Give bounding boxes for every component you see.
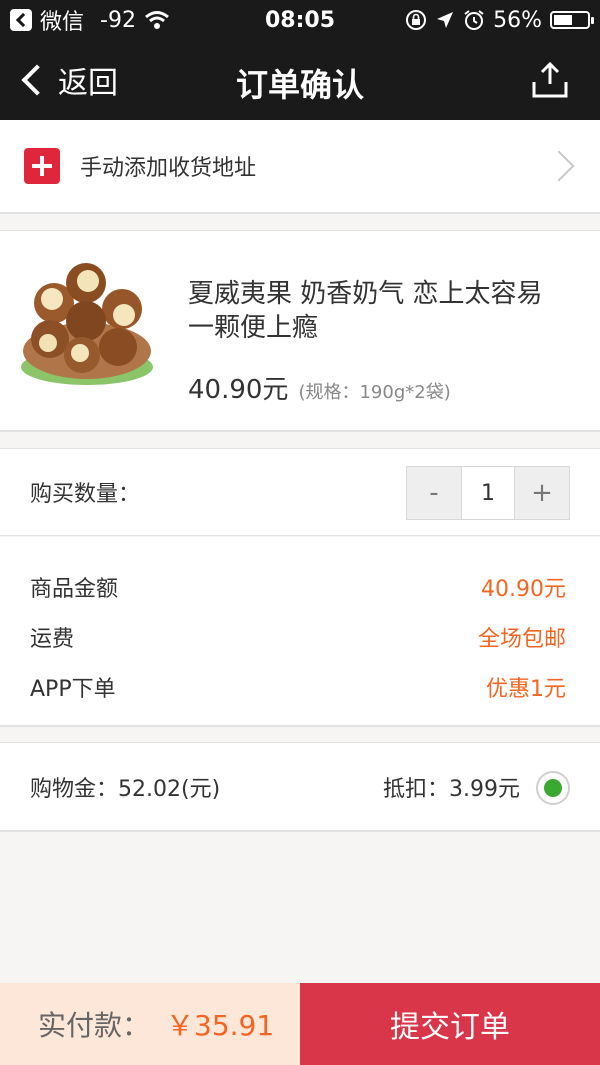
amount-row-shipping: 运费 全场包邮 bbox=[30, 621, 566, 653]
back-button[interactable]: 返回 bbox=[18, 58, 118, 102]
back-to-app-icon[interactable] bbox=[10, 9, 32, 31]
battery-percent: 56% bbox=[493, 7, 542, 33]
submit-order-button[interactable]: 提交订单 bbox=[300, 983, 600, 1065]
total-payment: 实付款： ￥35.91 bbox=[0, 983, 300, 1065]
amount-value: 40.90元 bbox=[481, 577, 566, 602]
share-icon[interactable] bbox=[530, 60, 570, 100]
shopping-credit-balance: 购物金：52.02(元) bbox=[30, 776, 221, 802]
amount-value: 全场包邮 bbox=[477, 627, 566, 652]
battery-level bbox=[554, 15, 572, 25]
pay-amount: ￥35.91 bbox=[166, 1009, 275, 1042]
location-icon bbox=[437, 12, 454, 28]
battery-icon bbox=[550, 11, 594, 29]
quantity-value[interactable]: 1 bbox=[461, 467, 515, 519]
product-title: 夏威夷果 奶香奶气 恋上太容易 一颗便上瘾 bbox=[188, 279, 543, 343]
amount-label: APP下单 bbox=[30, 677, 116, 702]
use-credit-radio[interactable] bbox=[536, 771, 570, 805]
increment-button[interactable]: + bbox=[515, 467, 569, 519]
quantity-stepper: - 1 + bbox=[406, 466, 570, 520]
chevron-left-icon bbox=[21, 64, 53, 96]
radio-selected-dot bbox=[544, 779, 562, 797]
product-card: 夏威夷果 奶香奶气 恋上太容易 一颗便上瘾 40.90元 (规格：190g*2袋… bbox=[0, 230, 600, 432]
quantity-label: 购买数量： bbox=[30, 482, 141, 507]
signal-strength: -92 bbox=[100, 7, 136, 33]
checkout-bar: 实付款： ￥35.91 提交订单 bbox=[0, 983, 600, 1065]
amount-label: 运费 bbox=[30, 627, 75, 652]
back-label: 返回 bbox=[58, 66, 118, 101]
amount-summary: 商品金额 40.90元 运费 全场包邮 APP下单 优惠1元 bbox=[0, 537, 600, 727]
chevron-right-icon bbox=[543, 150, 575, 182]
shopping-credit-deduct: 抵扣：3.99元 bbox=[383, 776, 520, 802]
decrement-button[interactable]: - bbox=[407, 467, 461, 519]
status-left: 微信 -92 bbox=[10, 4, 405, 36]
amount-label: 商品金额 bbox=[30, 577, 119, 602]
amount-row-app-discount: APP下单 优惠1元 bbox=[30, 671, 566, 703]
status-right: 56% bbox=[405, 7, 594, 33]
shopping-credit-row: 购物金：52.02(元) 抵扣：3.99元 bbox=[0, 742, 600, 832]
product-price: 40.90元 bbox=[188, 375, 289, 405]
add-address-row[interactable]: 手动添加收货地址 bbox=[0, 120, 600, 214]
product-image bbox=[20, 259, 154, 385]
product-spec: (规格：190g*2袋) bbox=[298, 382, 451, 403]
nav-bar: 返回 订单确认 bbox=[0, 40, 600, 120]
wifi-icon bbox=[145, 11, 169, 29]
plus-icon bbox=[24, 148, 60, 184]
status-bar: 微信 -92 08:05 56% bbox=[0, 0, 600, 40]
quantity-row: 购买数量： - 1 + bbox=[0, 448, 600, 536]
rotation-lock-icon bbox=[406, 10, 427, 30]
amount-row-goods: 商品金额 40.90元 bbox=[30, 571, 566, 603]
carrier-label: 微信 bbox=[40, 10, 85, 35]
product-price-row: 40.90元 (规格：190g*2袋) bbox=[188, 369, 451, 406]
amount-value: 优惠1元 bbox=[486, 677, 566, 702]
add-address-label: 手动添加收货地址 bbox=[80, 156, 257, 181]
pay-label: 实付款： bbox=[38, 1009, 151, 1042]
alarm-icon bbox=[464, 10, 484, 30]
